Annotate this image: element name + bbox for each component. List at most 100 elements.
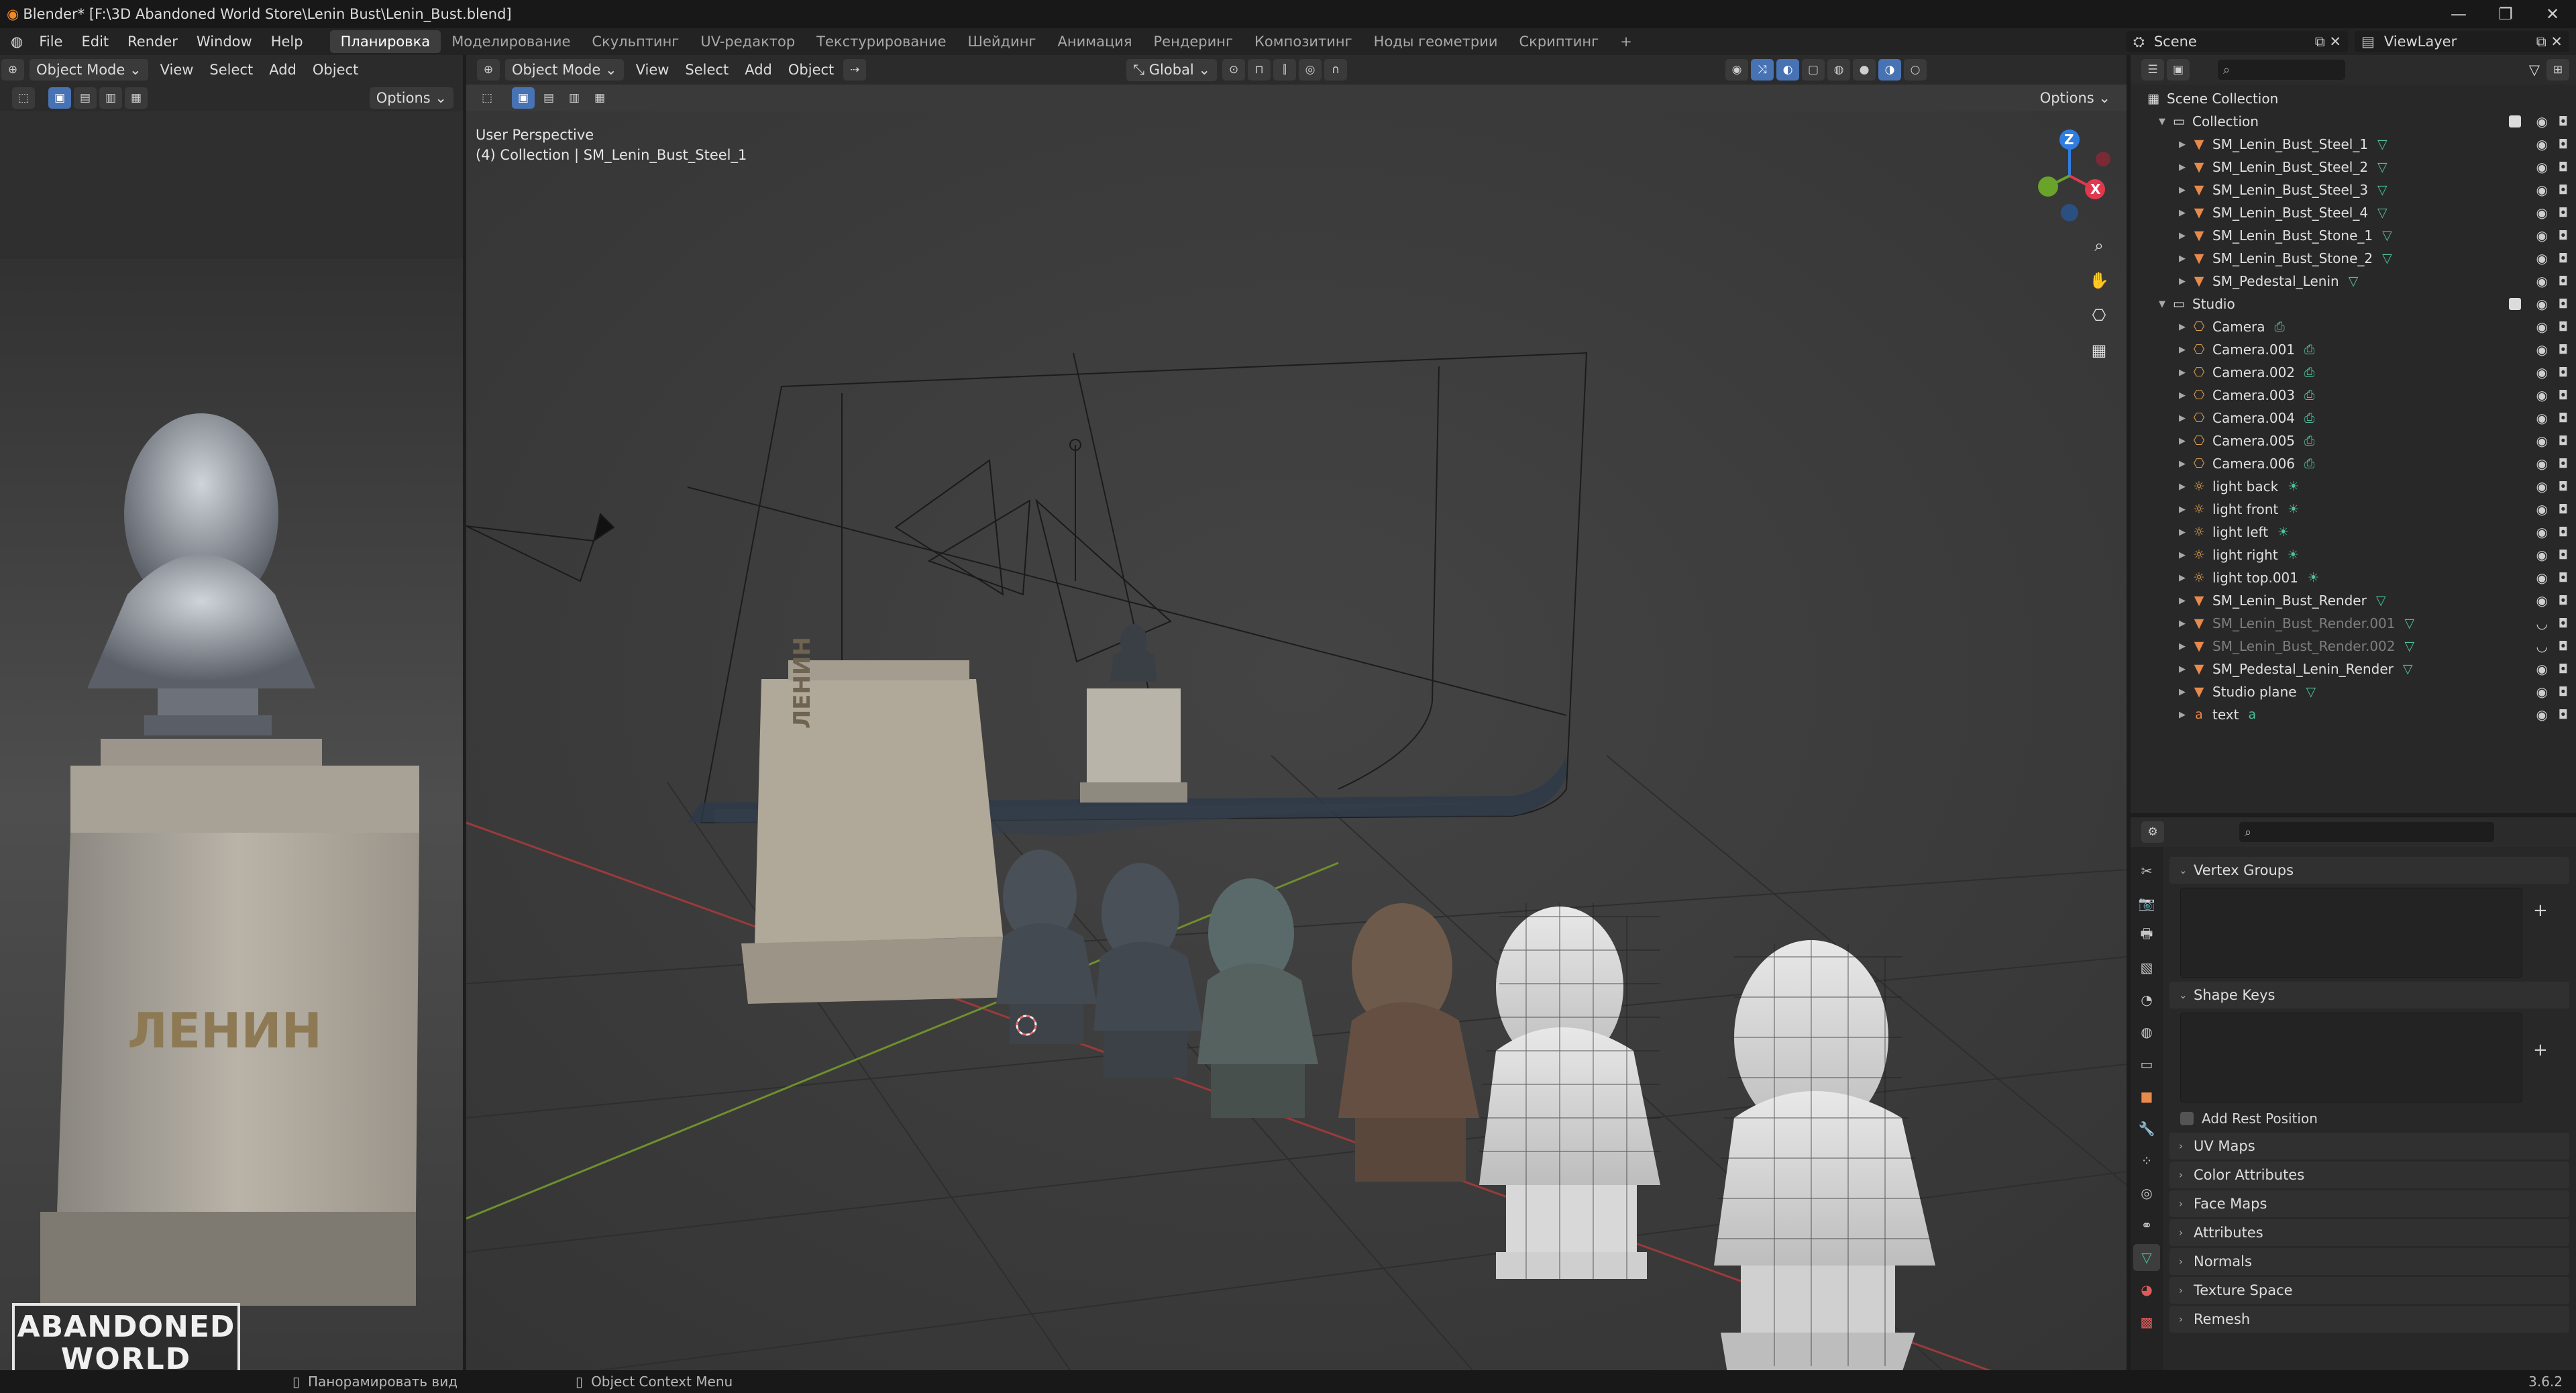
eye-icon[interactable]: ◉ — [2536, 319, 2548, 335]
left-menu-object[interactable]: Object — [305, 62, 366, 78]
outliner-item[interactable]: ▶ ⎔ Camera.002 ⎙ ◉ ◘ — [2131, 361, 2576, 384]
workspace-tab-compositing[interactable]: Композитинг — [1244, 30, 1363, 53]
viewport-menu-select[interactable]: Select — [677, 62, 737, 78]
render-camera-icon[interactable]: ◘ — [2559, 252, 2568, 266]
3d-viewport[interactable]: ⊕ Object Mode ⌄ View Select Add Object ⇢… — [466, 55, 2127, 1370]
outliner-search-input[interactable]: ⌕ — [2218, 60, 2345, 80]
collapsed-panel[interactable]: › Face Maps — [2169, 1190, 2569, 1217]
left-menu-select[interactable]: Select — [201, 62, 261, 78]
select-mode-invert-icon[interactable]: ▦ — [125, 87, 148, 109]
eye-icon[interactable]: ◉ — [2536, 707, 2548, 723]
world-tab-icon[interactable]: ◍ — [2133, 1019, 2160, 1045]
snap-target-icon[interactable]: ⫿ — [1273, 59, 1297, 81]
expand-arrow-icon[interactable]: ▶ — [2175, 391, 2190, 401]
light-data-icon[interactable]: ☀ — [2288, 479, 2299, 494]
text-data-icon[interactable]: a — [2248, 707, 2256, 722]
collection-tab-icon[interactable]: ▭ — [2133, 1051, 2160, 1078]
visibility-icon[interactable]: ◉ — [1725, 59, 1749, 81]
expand-arrow-icon[interactable]: ▶ — [2175, 208, 2190, 218]
outliner-item[interactable]: ▶ ⎔ Camera.004 ⎙ ◉ ◘ — [2131, 407, 2576, 429]
render-camera-icon[interactable]: ◘ — [2559, 503, 2568, 517]
camera-data-icon[interactable]: ⎙ — [2304, 365, 2314, 380]
render-camera-icon[interactable]: ◘ — [2559, 594, 2568, 608]
outliner-item[interactable]: ▶ ▼ SM_Lenin_Bust_Steel_1 ▽ ◉ ◘ — [2131, 133, 2576, 156]
outliner-item[interactable]: ▶ ▼ SM_Lenin_Bust_Render ▽ ◉ ◘ — [2131, 589, 2576, 612]
output-tab-icon[interactable]: 🖶 — [2133, 922, 2160, 949]
shading-material-icon[interactable]: ◑ — [1878, 59, 1902, 81]
new-viewlayer-icon[interactable]: ⧉ ✕ — [2536, 34, 2563, 50]
select-tool-icon[interactable]: ⬚ — [12, 87, 35, 109]
view-layer-tab-icon[interactable]: ▧ — [2133, 954, 2160, 981]
outliner-item[interactable]: ▶ ▼ Studio plane ▽ ◉ ◘ — [2131, 680, 2576, 703]
expand-arrow-icon[interactable]: ▶ — [2175, 505, 2190, 515]
eye-icon[interactable]: ◉ — [2536, 113, 2548, 130]
viewport-mode-dropdown[interactable]: Object Mode ⌄ — [505, 59, 624, 81]
render-camera-icon[interactable]: ◘ — [2559, 138, 2568, 152]
outliner-item[interactable]: ▶ ☼ light front ☀ ◉ ◘ — [2131, 498, 2576, 521]
overlays-icon[interactable]: ◐ — [1776, 59, 1800, 81]
expand-arrow-icon[interactable]: ▶ — [2175, 664, 2190, 674]
shading-wireframe-icon[interactable]: ◍ — [1827, 59, 1851, 81]
modifiers-tab-icon[interactable]: 🔧 — [2133, 1115, 2160, 1142]
render-camera-icon[interactable]: ◘ — [2559, 389, 2568, 403]
outliner-item[interactable]: ▶ ☼ light back ☀ ◉ ◘ — [2131, 475, 2576, 498]
editor-type-icon[interactable]: ⊕ — [1, 59, 24, 81]
tool-tab-icon[interactable]: ✂ — [2133, 858, 2160, 884]
expand-arrow-icon[interactable]: ▶ — [2175, 710, 2190, 720]
outliner-item[interactable]: ▶ ⎔ Camera.001 ⎙ ◉ ◘ — [2131, 338, 2576, 361]
expand-arrow-icon[interactable]: ▶ — [2175, 345, 2190, 355]
collection-checkbox[interactable] — [2509, 115, 2521, 127]
workspace-tab-sculpting[interactable]: Скульптинг — [581, 30, 690, 53]
collapsed-panel[interactable]: › Texture Space — [2169, 1277, 2569, 1304]
outliner-item[interactable]: ▶ ▼ SM_Lenin_Bust_Steel_3 ▽ ◉ ◘ — [2131, 178, 2576, 201]
display-mode-icon[interactable]: ▣ — [2167, 59, 2190, 81]
expand-arrow-icon[interactable]: ▼ — [2155, 117, 2169, 127]
eye-icon[interactable]: ◉ — [2536, 159, 2548, 175]
collapsed-panel[interactable]: › UV Maps — [2169, 1133, 2569, 1159]
outliner-item[interactable]: ▶ ▼ SM_Lenin_Bust_Steel_2 ▽ ◉ ◘ — [2131, 156, 2576, 178]
mesh-data-icon[interactable]: ▽ — [2405, 639, 2415, 654]
expand-arrow-icon[interactable]: ▶ — [2175, 687, 2190, 697]
render-camera-icon[interactable]: ◘ — [2559, 525, 2568, 539]
blender-menu-icon[interactable]: ◍ — [0, 34, 30, 50]
viewport-menu-view[interactable]: View — [628, 62, 678, 78]
expand-arrow-icon[interactable]: ▶ — [2175, 413, 2190, 423]
eye-icon[interactable]: ◉ — [2536, 342, 2548, 358]
menu-window[interactable]: Window — [187, 34, 262, 50]
eye-icon[interactable]: ◉ — [2536, 273, 2548, 289]
scene-collection-row[interactable]: ▦ Scene Collection — [2131, 87, 2576, 110]
viewport-select-subtract-icon[interactable]: ▥ — [563, 87, 586, 109]
zoom-icon[interactable]: ⌕ — [2083, 229, 2115, 262]
collection-checkbox[interactable] — [2509, 298, 2521, 310]
collapsed-panel[interactable]: › Remesh — [2169, 1306, 2569, 1333]
light-data-icon[interactable]: ☀ — [2308, 570, 2319, 585]
outliner-item[interactable]: ▶ ▼ SM_Lenin_Bust_Stone_1 ▽ ◉ ◘ — [2131, 224, 2576, 247]
properties-editor-type-icon[interactable]: ⚙ — [2141, 821, 2164, 843]
mesh-data-icon[interactable]: ▽ — [2349, 274, 2359, 289]
workspace-tab-layout[interactable]: Планировка — [329, 30, 441, 53]
outliner-item[interactable]: ▶ ⎔ Camera.006 ⎙ ◉ ◘ — [2131, 452, 2576, 475]
eye-icon[interactable]: ◉ — [2536, 433, 2548, 449]
eye-closed-icon[interactable]: ◡ — [2536, 615, 2548, 631]
outliner-item[interactable]: ▶ ▼ SM_Pedestal_Lenin ▽ ◉ ◘ — [2131, 270, 2576, 293]
outliner-item[interactable]: ▶ ▼ SM_Lenin_Bust_Render.002 ▽ ◡ ◘ — [2131, 635, 2576, 658]
collapsed-panel[interactable]: › Attributes — [2169, 1219, 2569, 1246]
left-camera-view[interactable]: ⊕ Object Mode ⌄ View Select Add Object ⬚… — [0, 55, 463, 1370]
light-data-icon[interactable]: ☀ — [2288, 502, 2299, 517]
new-collection-icon[interactable]: ⊞ — [2546, 59, 2569, 81]
collapsed-panel[interactable]: › Normals — [2169, 1248, 2569, 1275]
collapsed-panel[interactable]: › Color Attributes — [2169, 1162, 2569, 1188]
mesh-data-icon[interactable]: ▽ — [2306, 684, 2316, 699]
material-tab-icon[interactable]: ◕ — [2133, 1276, 2160, 1303]
render-camera-icon[interactable]: ◘ — [2559, 708, 2568, 722]
menu-file[interactable]: File — [30, 34, 72, 50]
camera-data-icon[interactable]: ⎙ — [2304, 342, 2314, 357]
shape-keys-panel[interactable]: ⌄ Shape Keys — [2169, 982, 2569, 1009]
outliner-item[interactable]: ▶ ⎔ Camera.003 ⎙ ◉ ◘ — [2131, 384, 2576, 407]
expand-arrow-icon[interactable]: ▶ — [2175, 527, 2190, 537]
expand-arrow-icon[interactable]: ▶ — [2175, 254, 2190, 264]
viewport-select-new-icon[interactable]: ▣ — [512, 87, 535, 109]
workspace-tab-modeling[interactable]: Моделирование — [441, 30, 581, 53]
left-mode-dropdown[interactable]: Object Mode ⌄ — [30, 59, 148, 81]
navigation-gizmo[interactable]: Z X — [2036, 122, 2123, 229]
